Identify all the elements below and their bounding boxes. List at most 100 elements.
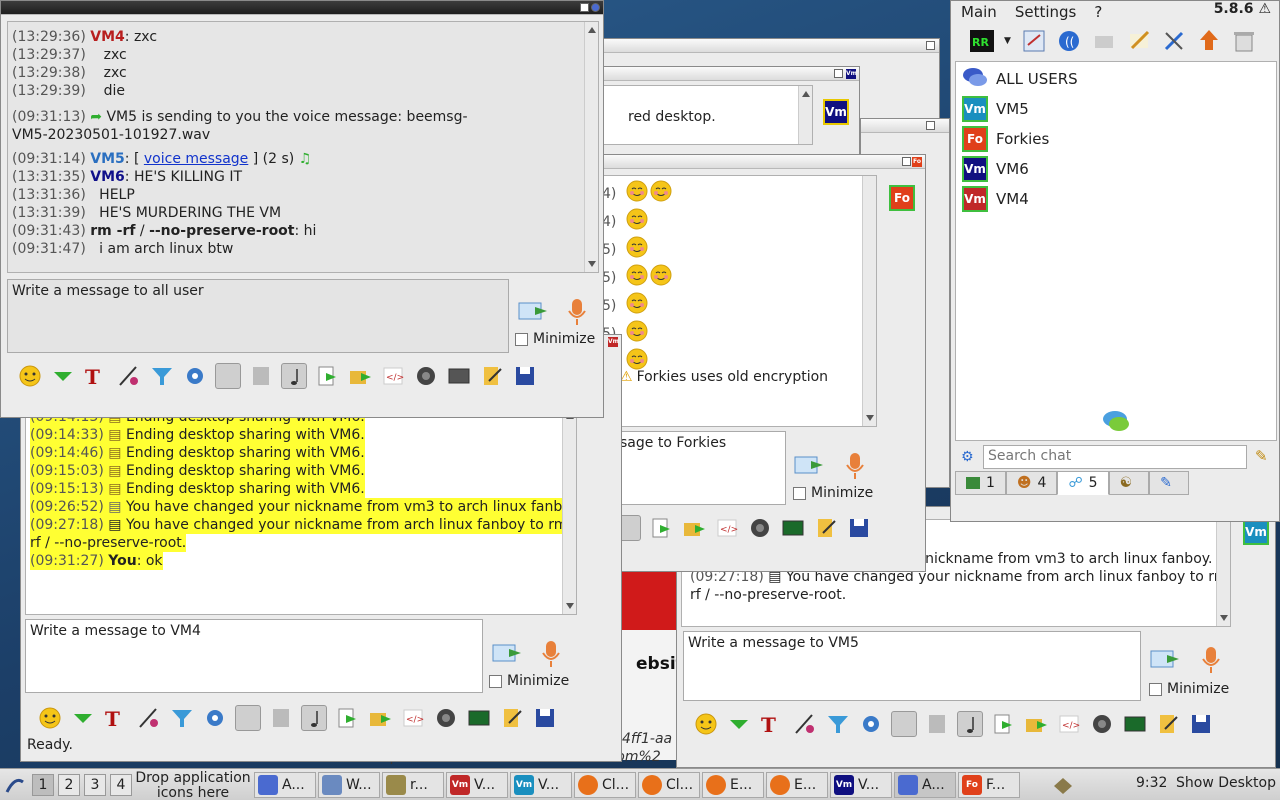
voice-message-button[interactable]: [843, 451, 867, 481]
workspace-3[interactable]: 3: [84, 774, 106, 796]
checkbox-box[interactable]: [793, 486, 806, 500]
screenshot-icon[interactable]: [1089, 711, 1115, 737]
taskbar-item[interactable]: r...: [382, 772, 444, 798]
scroll-down-icon[interactable]: [866, 415, 874, 421]
edit-note-icon[interactable]: [1155, 711, 1181, 737]
tab-log[interactable]: ✎: [1149, 471, 1189, 495]
minimize-window-icon[interactable]: [580, 3, 589, 12]
send-file-icon[interactable]: [334, 705, 360, 731]
download-icon[interactable]: [726, 711, 752, 737]
voice-message-button[interactable]: [1199, 645, 1223, 675]
emoticon-button[interactable]: [37, 705, 63, 731]
send-folder-icon[interactable]: [681, 515, 707, 541]
contact-list-window[interactable]: Main Settings ? 5.8.6 ⚠ RR ▼ (( ALL USER…: [950, 0, 1280, 522]
network-icon[interactable]: ((: [1056, 28, 1082, 54]
workspace-2[interactable]: 2: [58, 774, 80, 796]
edit-note-icon[interactable]: [499, 705, 525, 731]
window-titlebar[interactable]: Vm: [601, 67, 859, 81]
scrollbar[interactable]: [584, 22, 598, 272]
scrollbar[interactable]: [862, 176, 876, 426]
send-file-icon[interactable]: [648, 515, 674, 541]
send-message-button[interactable]: [793, 451, 827, 479]
send-folder-icon[interactable]: [1023, 711, 1049, 737]
scrollbar[interactable]: [562, 408, 576, 614]
code-icon[interactable]: </>: [714, 515, 740, 541]
edit-icon[interactable]: [1126, 28, 1152, 54]
window-titlebar[interactable]: [601, 39, 939, 53]
filter-icon[interactable]: [825, 711, 851, 737]
preferences-icon[interactable]: [1021, 28, 1047, 54]
chat-bubble-icon[interactable]: [1102, 408, 1132, 438]
user-row-vm6[interactable]: Vm VM6: [956, 154, 1276, 184]
settings-icon[interactable]: [858, 711, 884, 737]
send-message-button[interactable]: [517, 297, 551, 325]
checkbox-box[interactable]: [515, 332, 528, 346]
menu-settings[interactable]: Settings: [1015, 3, 1077, 21]
taskbar-item[interactable]: E...: [766, 772, 828, 798]
taskbar-item[interactable]: Cl...: [638, 772, 700, 798]
status-icon[interactable]: RR: [969, 28, 995, 54]
status-dropdown-icon[interactable]: ▼: [1004, 36, 1012, 46]
taskbar-item[interactable]: E...: [702, 772, 764, 798]
user-row-all-users[interactable]: ALL USERS: [956, 64, 1276, 94]
taskbar-item[interactable]: Vm V...: [830, 772, 892, 798]
send-folder-icon[interactable]: [367, 705, 393, 731]
edit-note-icon[interactable]: [813, 515, 839, 541]
screenshot-icon[interactable]: [413, 363, 439, 389]
color-picker-icon[interactable]: [792, 711, 818, 737]
spellcheck-icon[interactable]: [235, 705, 261, 731]
message-input[interactable]: Write a message to all user: [7, 279, 509, 353]
checkbox-box[interactable]: [489, 674, 502, 688]
font-icon[interactable]: T: [759, 711, 785, 737]
taskbar-item[interactable]: Fo F...: [958, 772, 1020, 798]
taskbar-item[interactable]: W...: [318, 772, 380, 798]
user-row-vm4[interactable]: Vm VM4: [956, 184, 1276, 214]
send-message-button[interactable]: [491, 639, 525, 667]
desktop-share-icon[interactable]: [1122, 711, 1148, 737]
emoticon-button[interactable]: [693, 711, 719, 737]
code-icon[interactable]: </>: [400, 705, 426, 731]
font-size-icon[interactable]: [248, 363, 274, 389]
update-icon[interactable]: [1196, 28, 1222, 54]
tools-icon[interactable]: [1161, 28, 1187, 54]
message-input[interactable]: sage to Forkies: [601, 431, 786, 505]
minimize-checkbox[interactable]: Minimize: [793, 485, 873, 501]
desktop-share-icon[interactable]: [780, 515, 806, 541]
scroll-up-icon[interactable]: [802, 91, 810, 97]
checkbox-box[interactable]: [1149, 682, 1162, 696]
spellcheck-icon[interactable]: [891, 711, 917, 737]
chat-window-forkies[interactable]: Fo 4)4)5)5)5)5)5) ⚠ Forkies uses old enc…: [600, 154, 926, 572]
clear-search-icon[interactable]: ✎: [1255, 447, 1268, 465]
desktop-share-icon[interactable]: [446, 363, 472, 389]
voice-message-link[interactable]: voice message: [144, 151, 248, 167]
send-file-icon[interactable]: [314, 363, 340, 389]
minimize-checkbox[interactable]: Minimize: [489, 673, 569, 689]
voice-message-button[interactable]: [565, 297, 589, 327]
clock[interactable]: 9:32: [1136, 775, 1167, 791]
minimize-window-icon[interactable]: [834, 69, 843, 78]
scroll-down-icon[interactable]: [566, 603, 574, 609]
music-note-icon[interactable]: [301, 705, 327, 731]
start-menu-icon[interactable]: [4, 774, 26, 796]
taskbar-item[interactable]: A...: [894, 772, 956, 798]
clear-icon[interactable]: [1231, 28, 1257, 54]
font-size-icon[interactable]: [924, 711, 950, 737]
save-icon[interactable]: [512, 363, 538, 389]
desktop-share-icon[interactable]: [466, 705, 492, 731]
taskbar-item[interactable]: A...: [254, 772, 316, 798]
tab-shares[interactable]: ☯: [1108, 471, 1150, 495]
save-icon[interactable]: [846, 515, 872, 541]
minimize-window-icon[interactable]: [926, 121, 935, 130]
scroll-down-icon[interactable]: [1220, 615, 1228, 621]
scroll-down-icon[interactable]: [588, 261, 596, 267]
minimize-window-icon[interactable]: [926, 41, 935, 50]
color-picker-icon[interactable]: [116, 363, 142, 389]
menu-main[interactable]: Main: [961, 3, 997, 21]
taskbar-item[interactable]: Vm V...: [510, 772, 572, 798]
play-voice-icon[interactable]: ♫: [299, 151, 312, 167]
voice-message-button[interactable]: [539, 639, 563, 669]
menu-help[interactable]: ?: [1094, 3, 1102, 21]
tab-chats[interactable]: ☍ 5: [1057, 471, 1109, 495]
tab-users[interactable]: 1: [955, 471, 1006, 495]
minimize-checkbox[interactable]: Minimize: [1149, 681, 1229, 697]
